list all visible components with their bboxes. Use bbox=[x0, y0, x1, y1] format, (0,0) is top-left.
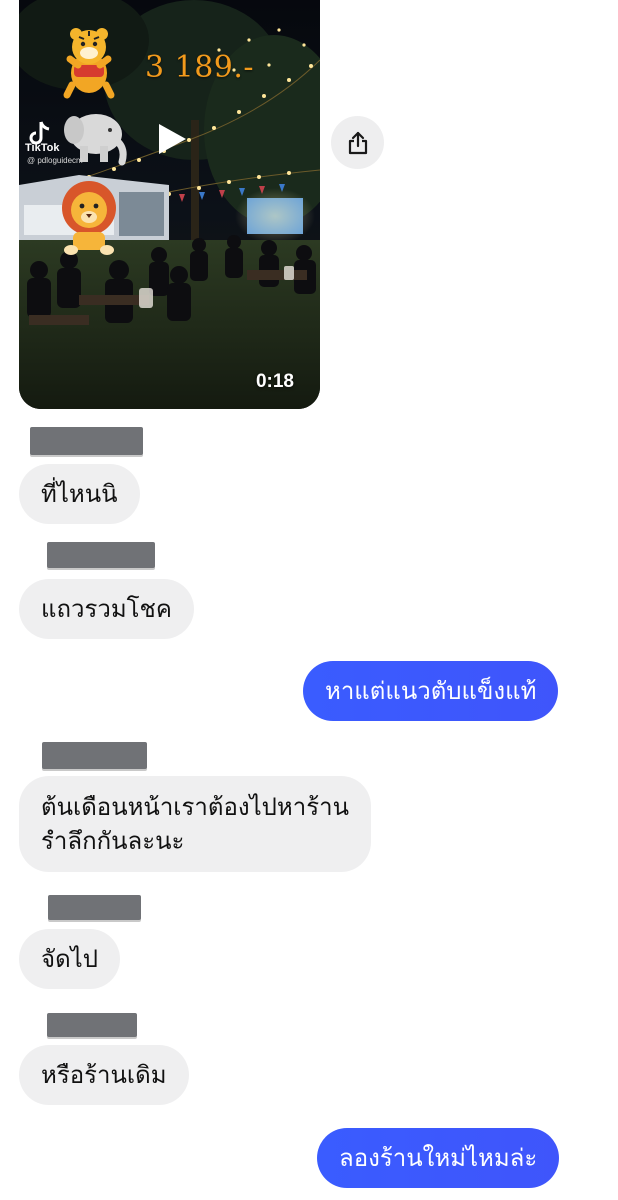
share-button[interactable] bbox=[331, 116, 384, 169]
message-line: รำลึกกันละนะ bbox=[41, 827, 185, 855]
tiktok-label: TikTok bbox=[25, 142, 60, 154]
tiktok-handle: @ pdloguidecm bbox=[27, 156, 83, 165]
share-icon bbox=[348, 131, 367, 154]
sender-name-redacted: ██████ bbox=[30, 427, 143, 455]
sender-name-redacted: ██████ bbox=[42, 742, 147, 769]
sender-name-redacted: ██████ bbox=[47, 1013, 137, 1037]
message-bubble-received[interactable]: ต้นเดือนหน้าเราต้องไปหาร้าน รำลึกกันละนะ bbox=[19, 776, 371, 872]
video-duration: 0:18 bbox=[255, 371, 294, 392]
play-icon[interactable] bbox=[154, 122, 188, 156]
message-bubble-received[interactable]: จัดไป bbox=[19, 929, 120, 989]
sender-name-redacted: ██████ bbox=[47, 542, 155, 568]
message-line: ต้นเดือนหน้าเราต้องไปหาร้าน bbox=[41, 793, 349, 821]
message-bubble-sent[interactable]: ลองร้านใหม่ไหมล่ะ bbox=[317, 1128, 560, 1188]
message-bubble-received[interactable]: ที่ไหนนิ bbox=[19, 464, 140, 524]
message-bubble-sent[interactable]: หาแต่แนวตับแข็งแท้ bbox=[303, 661, 559, 721]
message-bubble-received[interactable]: แถวรวมโชค bbox=[19, 579, 194, 639]
message-bubble-received[interactable]: หรือร้านเดิม bbox=[19, 1045, 189, 1105]
sender-name-redacted: ██████ bbox=[48, 895, 141, 920]
tiktok-logo-icon bbox=[29, 121, 50, 145]
video-message[interactable]: 3 189.- TikTok @ pdloguidecm 0:18 bbox=[19, 0, 320, 409]
video-price-overlay: 3 189.- bbox=[145, 50, 255, 85]
